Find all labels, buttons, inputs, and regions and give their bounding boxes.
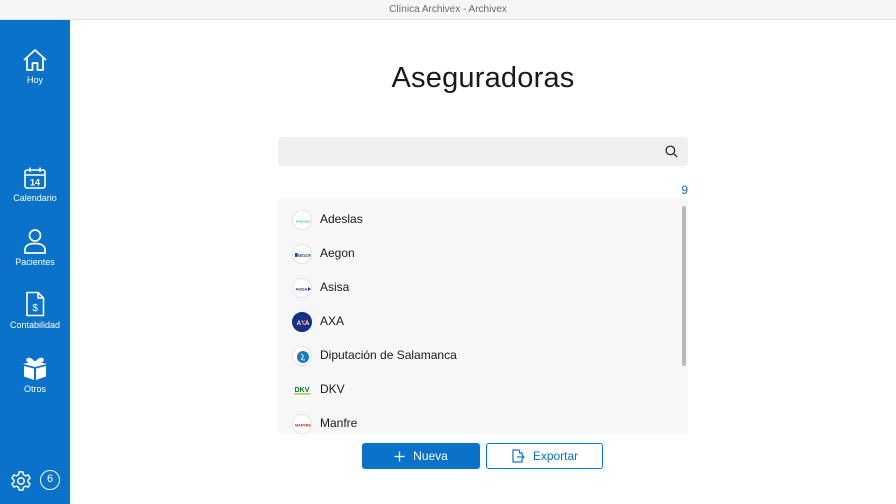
list-item[interactable]: MAPFRE Manfre bbox=[278, 407, 678, 434]
insurer-name: Aegon bbox=[320, 246, 355, 260]
insurer-name: Adeslas bbox=[320, 212, 363, 226]
sidebar-item-label: Contabilidad bbox=[9, 320, 61, 330]
calendar-icon: 14 bbox=[24, 167, 46, 189]
notification-count-badge[interactable]: 6 bbox=[40, 470, 60, 490]
aegon-logo: AEGON bbox=[292, 244, 312, 264]
document-dollar-icon: $ bbox=[26, 291, 45, 317]
person-icon bbox=[24, 229, 46, 254]
diputacion-salamanca-logo bbox=[292, 346, 312, 366]
logo-text: MAPFRE bbox=[295, 424, 311, 428]
logo-text: DKV bbox=[295, 387, 310, 394]
sidebar-item-label: Calendario bbox=[13, 193, 57, 203]
sidebar-item-contabilidad[interactable]: $ Contabilidad bbox=[0, 291, 70, 330]
new-insurer-button[interactable]: Nueva bbox=[362, 443, 480, 469]
mapfre-logo: MAPFRE bbox=[292, 414, 312, 434]
dkv-logo: DKV bbox=[292, 380, 312, 400]
sidebar: Hoy 14 Calendario Pacientes $ Contabilid… bbox=[0, 20, 70, 504]
sidebar-item-calendario[interactable]: 14 Calendario bbox=[0, 166, 70, 203]
insurer-name: DKV bbox=[320, 382, 345, 396]
gear-icon[interactable] bbox=[10, 470, 32, 492]
axa-logo: AXA bbox=[292, 312, 312, 332]
list-item[interactable]: Diputación de Salamanca bbox=[278, 339, 678, 373]
sidebar-item-hoy[interactable]: Hoy bbox=[0, 48, 70, 85]
export-icon bbox=[512, 449, 525, 463]
sidebar-item-pacientes[interactable]: Pacientes bbox=[0, 228, 70, 267]
sidebar-item-label: Hoy bbox=[26, 75, 43, 85]
asisa-logo: ASISA bbox=[292, 278, 312, 298]
insurer-name: AXA bbox=[320, 314, 345, 328]
plus-icon bbox=[394, 451, 405, 461]
search-input[interactable] bbox=[286, 137, 656, 166]
list-item[interactable]: AEGON Aegon bbox=[278, 237, 678, 271]
search-box bbox=[278, 137, 688, 166]
sidebar-item-label: Pacientes bbox=[15, 257, 55, 267]
logo-text: AXA bbox=[297, 321, 310, 327]
list-item[interactable]: Adeslas Adeslas bbox=[278, 203, 678, 237]
insurer-name: Manfre bbox=[320, 416, 358, 430]
results-count: 9 bbox=[681, 183, 688, 197]
insurer-name: Asisa bbox=[320, 280, 350, 294]
sidebar-item-otros[interactable]: Otros bbox=[0, 355, 70, 394]
home-icon bbox=[23, 49, 47, 71]
page-title: Aseguradoras bbox=[391, 62, 575, 94]
new-button-label: Nueva bbox=[413, 449, 448, 463]
search-icon[interactable] bbox=[665, 145, 678, 158]
logo-text: AEGON bbox=[296, 253, 311, 258]
list-item[interactable]: ASISA Asisa bbox=[278, 271, 678, 305]
calendar-day: 14 bbox=[30, 178, 40, 188]
logo-text: Adeslas bbox=[296, 219, 310, 224]
list-item[interactable]: DKV DKV bbox=[278, 373, 678, 407]
list-item[interactable]: AXA AXA bbox=[278, 305, 678, 339]
export-button[interactable]: Exportar bbox=[486, 443, 603, 469]
export-button-label: Exportar bbox=[532, 449, 579, 463]
window-title: Clínica Archivex - Archivex bbox=[0, 0, 896, 20]
svg-text:$: $ bbox=[32, 303, 38, 314]
sidebar-item-label: Otros bbox=[23, 384, 46, 394]
insurer-list: Adeslas Adeslas AEGON Aegon ASISA Asisa … bbox=[278, 198, 688, 434]
adeslas-logo: Adeslas bbox=[292, 210, 312, 230]
list-scrollbar[interactable] bbox=[682, 206, 686, 366]
logo-text: ASISA bbox=[295, 287, 307, 292]
insurer-name: Diputación de Salamanca bbox=[320, 348, 457, 362]
gift-box-icon bbox=[23, 357, 47, 380]
